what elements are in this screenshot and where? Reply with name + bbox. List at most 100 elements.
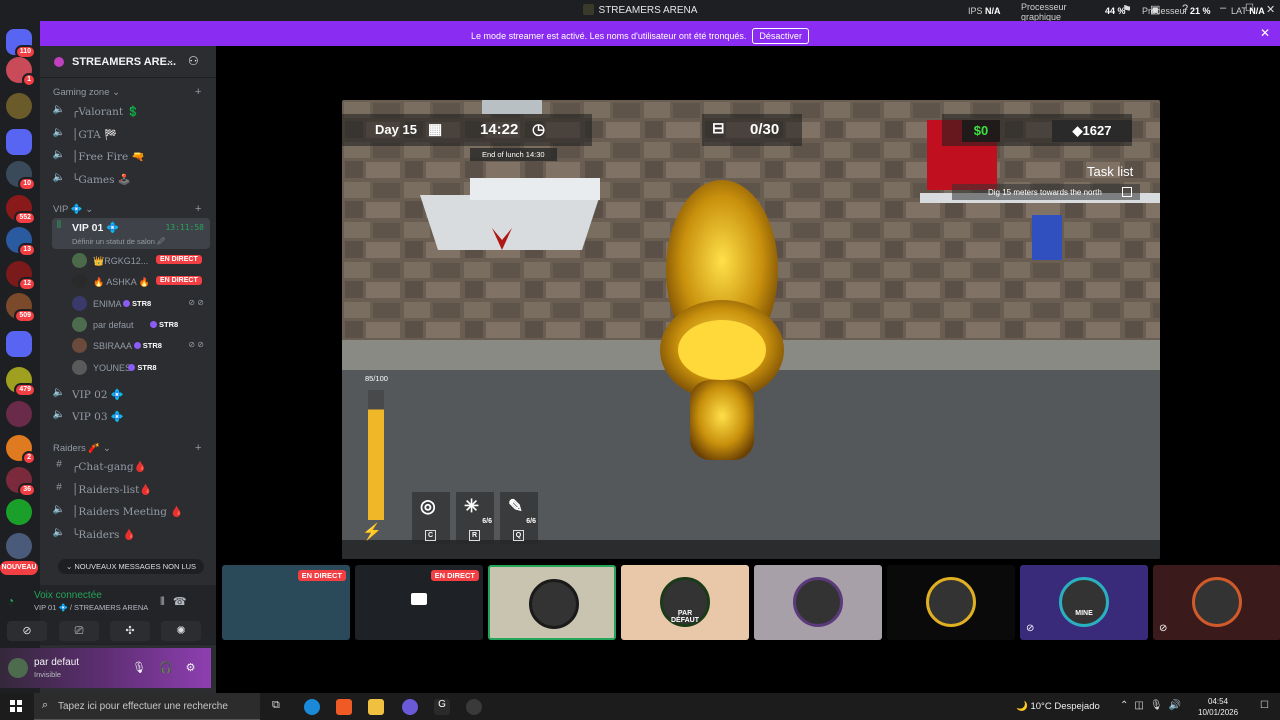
channel-status[interactable]: Définir un statut de salon 🖉: [72, 236, 165, 249]
signal-icon[interactable]: ◔: [7, 594, 14, 608]
add-member-icon[interactable]: ⚇: [188, 54, 199, 68]
raiders-channel-2[interactable]: 🔈 │Raiders Meeting 🩸: [52, 502, 210, 522]
add-channel-icon[interactable]: +: [195, 203, 201, 215]
task-view-icon[interactable]: ⧉: [272, 699, 288, 715]
file-explorer-icon[interactable]: [368, 699, 384, 715]
volume-icon[interactable]: 🔊: [1169, 700, 1187, 711]
slot-key: R: [469, 530, 480, 541]
raiders-channel-0[interactable]: # ╭Chat-gang🩸: [52, 457, 210, 477]
server-icon-6[interactable]: 13: [6, 227, 36, 257]
category-gaming-zone[interactable]: Gaming zone ⌄ +: [53, 86, 201, 98]
server-icon-1[interactable]: 1: [6, 57, 36, 87]
app-record-icon[interactable]: [466, 699, 482, 715]
user-name[interactable]: par defaut: [34, 657, 79, 668]
hud-money: $0: [962, 120, 1000, 142]
stream-tile-1[interactable]: EN DIRECT: [355, 565, 483, 640]
new-messages-pill[interactable]: ⌄ NOUVEAUX MESSAGES NON LUS: [58, 559, 205, 574]
taskbar-clock[interactable]: 04:54 10/01/2026: [1198, 696, 1238, 718]
discord-icon[interactable]: [402, 699, 418, 715]
voice-location[interactable]: VIP 01 💠 / STREAMERS ARENA: [34, 603, 148, 612]
edge-icon[interactable]: [304, 699, 320, 715]
server-icon-11[interactable]: [6, 401, 32, 427]
ips-value: N/A: [985, 6, 1001, 16]
soundboard-button[interactable]: ✺: [161, 621, 201, 641]
help-icon[interactable]: ?: [1182, 3, 1188, 15]
server-icon-5[interactable]: 552: [6, 195, 36, 225]
notifications-icon[interactable]: ☐: [1260, 700, 1269, 711]
category-raiders[interactable]: Raiders 🧨 ⌄ +: [53, 442, 201, 454]
banner-text: Le mode streamer est activé. Les noms d'…: [471, 31, 747, 41]
stream-tile-6[interactable]: MINE ⊘: [1020, 565, 1148, 640]
settings-gear-icon[interactable]: ⚙: [186, 662, 209, 674]
voice-channel-vip-1[interactable]: 🔈 VIP 03 💠: [52, 407, 210, 427]
disable-streamer-mode-button[interactable]: Désactiver: [752, 28, 809, 44]
voice-user[interactable]: SBIRAAA STR8 ⊘ ⊘: [72, 337, 212, 355]
add-channel-icon[interactable]: +: [195, 442, 201, 454]
maximize-icon[interactable]: ☐: [1245, 3, 1254, 14]
stream-tile-2[interactable]: [488, 565, 616, 640]
channel-label: VIP 02 💠: [72, 389, 124, 401]
server-icon-2[interactable]: [6, 93, 32, 119]
mic-tray-icon[interactable]: 🎙: [1150, 700, 1169, 711]
toilet-counter-icon: ⊟: [712, 120, 725, 137]
camera-off-button[interactable]: ⊘: [7, 621, 47, 641]
server-icon-15[interactable]: [6, 533, 32, 559]
voice-user[interactable]: par defaut STR8: [72, 316, 212, 334]
activities-button[interactable]: ✣: [110, 621, 150, 641]
server-icon-13[interactable]: 36: [6, 467, 36, 497]
windows-start-icon[interactable]: [10, 700, 22, 712]
minimize-icon[interactable]: –: [1220, 2, 1226, 14]
server-icon-14[interactable]: [6, 499, 32, 525]
stream-tile-5[interactable]: [887, 565, 1015, 640]
voice-status[interactable]: Voix connectée: [34, 590, 102, 601]
voice-user[interactable]: 🔥 ASHKA 🔥 EN DIRECT: [72, 273, 212, 291]
server-icon-9[interactable]: [6, 331, 32, 357]
avatar[interactable]: [8, 658, 28, 678]
stream-tile-3[interactable]: PAR DÉFAUT: [621, 565, 749, 640]
disconnect-icon[interactable]: ☎: [173, 596, 195, 608]
voice-channel-2[interactable]: 🔈 │Free Fire 🔫: [52, 147, 210, 167]
brave-icon[interactable]: [336, 699, 352, 715]
server-icon-10[interactable]: 479: [6, 367, 36, 397]
server-icon-3[interactable]: [6, 129, 32, 155]
stream-tile-0[interactable]: EN DIRECT: [222, 565, 350, 640]
stream-tile-4[interactable]: [754, 565, 882, 640]
speaker-icon: 🔈: [52, 126, 66, 138]
voice-controls: ⦀☎: [160, 595, 195, 609]
raiders-channel-1[interactable]: # │Raiders-list🩸: [52, 480, 210, 500]
headphones-icon[interactable]: 🎧: [159, 662, 186, 674]
voice-user[interactable]: 👑RGKG12... EN DIRECT: [72, 252, 212, 270]
server-icon-12[interactable]: 2: [6, 435, 36, 465]
network-icon[interactable]: ◫: [1134, 700, 1149, 711]
close-banner-icon[interactable]: ✕: [1260, 26, 1270, 40]
microphone-icon[interactable]: 🎙: [132, 662, 159, 674]
noise-icon[interactable]: ⦀: [160, 596, 173, 608]
close-window-icon[interactable]: ✕: [1266, 3, 1275, 16]
flag-icon[interactable]: ⚑: [1122, 3, 1132, 16]
voice-channel-vip-01[interactable]: ⫴ VIP 01 💠 13:11:58 Définir un statut de…: [52, 218, 210, 249]
voice-user[interactable]: YOUNES STR8: [72, 359, 212, 377]
inbox-icon[interactable]: ▣: [1150, 3, 1160, 16]
stream-tile-7[interactable]: ⊘: [1153, 565, 1280, 640]
server-icon-7[interactable]: 12: [6, 261, 36, 291]
voice-channel-0[interactable]: 🔈 ╭Valorant 💲: [52, 102, 210, 122]
channel-label: │GTA 🏁: [72, 128, 118, 141]
weather-widget[interactable]: 🌙 10°C Despejado: [1016, 701, 1100, 712]
screen-share-button[interactable]: ⎚: [59, 621, 99, 641]
server-icon-0[interactable]: 110: [6, 29, 36, 59]
stream-video[interactable]: Day 15 ▦ 14:22 ◷ End of lunch 14:30 ⊟ 0/…: [342, 100, 1160, 559]
server-icon-4[interactable]: 10: [6, 161, 36, 191]
chevron-up-icon[interactable]: ⌃: [1120, 700, 1134, 711]
voice-user[interactable]: ENIMA STR8 ⊘ ⊘: [72, 295, 212, 313]
server-icon-8[interactable]: 509: [6, 293, 36, 323]
raiders-channel-3[interactable]: 🔈 ╰Raiders 🩸: [52, 525, 210, 545]
taskbar-search[interactable]: ⌕ Tapez ici pour effectuer une recherche: [34, 693, 260, 720]
app-g-icon[interactable]: G: [434, 699, 450, 715]
add-channel-icon[interactable]: +: [195, 86, 201, 98]
voice-channel-1[interactable]: 🔈 │GTA 🏁: [52, 125, 210, 145]
ips-label: IPS: [968, 6, 983, 16]
category-vip[interactable]: VIP 💠 ⌄ +: [53, 203, 201, 215]
voice-channel-vip-0[interactable]: 🔈 VIP 02 💠: [52, 385, 210, 405]
voice-channel-3[interactable]: 🔈 ╰Games 🕹️: [52, 170, 210, 190]
server-header[interactable]: STREAMERS ARE... ⌄ ⚇: [40, 46, 216, 78]
